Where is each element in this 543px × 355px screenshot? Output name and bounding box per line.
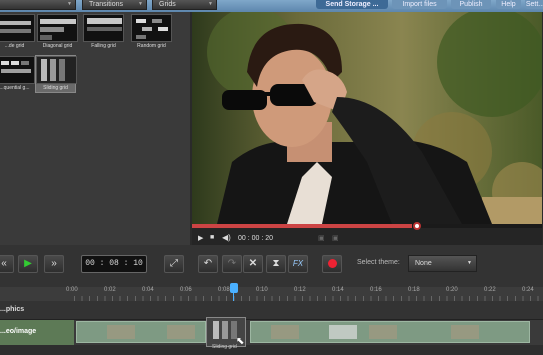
video-clip[interactable] (250, 321, 530, 343)
record-button[interactable] (322, 255, 342, 273)
transition-thumb[interactable]: ...de grid (0, 14, 35, 52)
video-progress-track[interactable] (192, 224, 542, 228)
fit-button[interactable]: ⤢ (164, 255, 184, 273)
video-clip[interactable] (76, 321, 206, 343)
play-icon[interactable]: ▶ (198, 234, 203, 242)
expand-icon: ⤢ (170, 258, 178, 269)
rewind-icon: « (1, 258, 7, 269)
audio-track[interactable] (0, 345, 543, 355)
select-theme-label: Select theme: (357, 259, 400, 266)
redo-icon: ↷ (227, 258, 237, 269)
ruler-tick-label: 0:14 (332, 287, 344, 293)
ruler-tick-label: 0:02 (104, 287, 116, 293)
track-header-selected[interactable]: ...eo/image (0, 320, 74, 345)
fullscreen-icon[interactable]: ▣ (318, 234, 325, 242)
video-progress-fill (192, 224, 412, 228)
drag-tooltip: Sliding grid (212, 344, 237, 350)
import-files-button[interactable]: Import files (392, 0, 447, 9)
storage-button[interactable]: Send Storage ... (316, 0, 388, 9)
ruler-tick-label: 0:24 (522, 287, 534, 293)
fast-forward-button[interactable]: » (44, 255, 64, 273)
video-preview[interactable] (192, 12, 542, 224)
grids-select[interactable]: Grids (152, 0, 217, 10)
track-label: ...eo/image (0, 328, 37, 335)
grid-bar (213, 321, 219, 339)
transition-label: Diagonal grid (42, 43, 73, 49)
ruler-tick-label: 0:22 (484, 287, 496, 293)
ruler-tick-label: 0:20 (446, 287, 458, 293)
transition-label: Sliding grid (43, 85, 68, 91)
transition-preview (36, 56, 77, 84)
transition-thumb[interactable]: Falling grid (83, 14, 124, 52)
undo-icon: ↶ (203, 258, 213, 269)
ruler-tick-label: 0:10 (256, 287, 268, 293)
transition-preview (0, 56, 35, 84)
video-frame-image (192, 12, 542, 224)
stop-icon[interactable]: ■ (210, 234, 214, 241)
redo-button[interactable]: ↷ (222, 255, 242, 273)
ruler-tick-label: 0:16 (370, 287, 382, 293)
transition-preview (131, 14, 172, 42)
theme-select-value: None (415, 260, 432, 267)
transition-label: Random grid (137, 43, 166, 49)
settings-button[interactable]: Sett... (525, 0, 543, 9)
video-controls: ▶ ■ ◀) 00 : 00 : 20 ▣ ▣ (192, 222, 542, 245)
ruler-tick-label: 0:06 (180, 287, 192, 293)
chevron-down-icon: ▼ (467, 260, 472, 266)
clip-thumbnail (107, 325, 135, 339)
transition-label: Falling grid (91, 43, 116, 49)
fx-button[interactable]: FX (288, 255, 308, 273)
graphics-track[interactable]: ...phics (0, 301, 543, 320)
playhead-handle[interactable] (230, 283, 238, 293)
cursor-icon: ⬉ (236, 336, 245, 347)
fast-forward-icon: » (51, 258, 57, 269)
ruler-tick-label: 0:12 (294, 287, 306, 293)
timecode-display: 00 : 08 : 10 (81, 255, 147, 273)
transition-label: ...de grid (4, 43, 25, 49)
transitions-select[interactable]: Transitions (82, 0, 147, 10)
track-label: ...phics (0, 306, 25, 313)
split-button[interactable]: ⧗ (266, 255, 286, 273)
play-button[interactable]: ▶ (18, 255, 38, 273)
ruler-tick-label: 0:04 (142, 287, 154, 293)
delete-button[interactable]: ✕ (243, 255, 263, 273)
clip-thumbnail (369, 325, 397, 339)
theme-select[interactable]: None ▼ (408, 255, 477, 272)
menu-dropdown-left[interactable] (0, 0, 76, 10)
undo-button[interactable]: ↶ (198, 255, 218, 273)
clip-thumbnail (451, 325, 479, 339)
publish-button[interactable]: Publish (451, 0, 491, 9)
play-icon: ▶ (24, 258, 32, 269)
grid-bar (222, 321, 228, 339)
ruler-tick-label: 0:08 (218, 287, 230, 293)
clip-thumbnail (329, 325, 357, 339)
video-time: 00 : 00 : 20 (238, 235, 274, 242)
volume-icon[interactable]: ◀) (222, 233, 231, 242)
rewind-button[interactable]: « (0, 255, 14, 273)
top-bar: Transitions Grids Send Storage ... Impor… (0, 0, 543, 12)
transition-thumb[interactable]: Diagonal grid (37, 14, 78, 52)
clip-thumbnail (167, 325, 195, 339)
ruler-tick-label: 0:18 (408, 287, 420, 293)
transition-preview (83, 14, 124, 42)
settings-icon[interactable]: ▣ (332, 234, 339, 242)
clip-thumbnail (271, 325, 299, 339)
transition-preview (37, 14, 78, 42)
record-icon (327, 259, 337, 268)
transition-preview (0, 14, 35, 42)
transition-thumb[interactable]: ...quential g... (0, 56, 35, 94)
help-button[interactable]: Help (496, 0, 521, 9)
close-icon: ✕ (248, 258, 258, 269)
transition-label: ...quential g... (0, 85, 30, 91)
transition-thumb-selected[interactable]: Sliding grid (35, 55, 77, 93)
split-icon: ⧗ (272, 258, 280, 269)
video-scrubber-handle[interactable] (413, 222, 421, 230)
transition-thumb[interactable]: Random grid (131, 14, 172, 52)
ruler-tick-label: 0:00 (66, 287, 78, 293)
